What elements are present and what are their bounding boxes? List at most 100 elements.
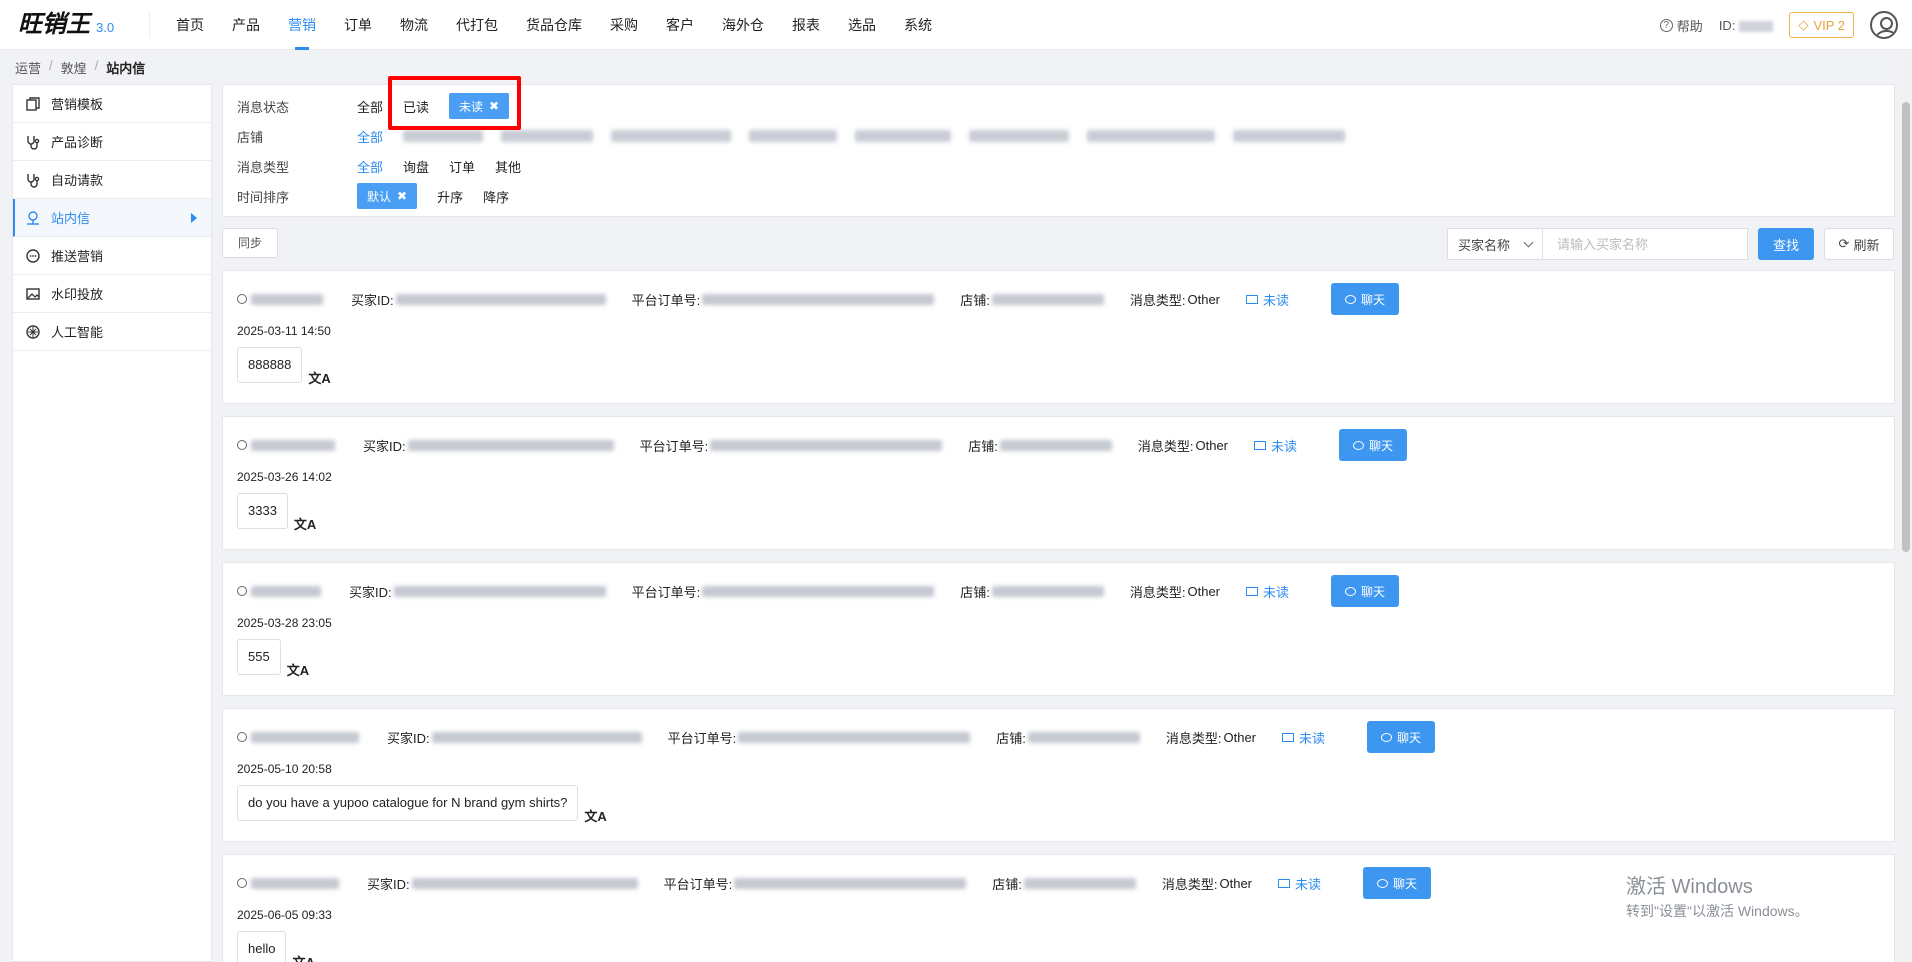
find-button[interactable]: 查找 [1758,228,1814,260]
sidebar-item-watermark[interactable]: 水印投放 [13,275,211,313]
shop-option[interactable] [855,130,952,142]
buyer-id-field: 买家ID: [363,436,614,455]
chat-icon [1345,294,1357,304]
help-link[interactable]: ? 帮助 [1659,16,1703,35]
shop-label: 店铺: [992,876,1022,892]
status-option-read[interactable]: 已读 [403,97,429,116]
nav-item-purchase[interactable]: 采购 [596,0,652,50]
nav-item-customer[interactable]: 客户 [652,0,708,50]
translate-icon[interactable]: 文A [584,806,606,825]
shop-option[interactable] [1233,130,1346,142]
chat-button[interactable]: 聊天 [1367,721,1436,753]
nav-item-reports[interactable]: 报表 [778,0,834,50]
sidebar-item-templates[interactable]: 营销模板 [13,85,211,123]
chat-button[interactable]: 聊天 [1331,575,1400,607]
sort-option-desc[interactable]: 降序 [483,187,509,206]
close-icon[interactable]: ✖ [489,99,499,113]
translate-icon[interactable]: 文A [294,514,316,533]
diamond-icon: ◇ [1798,17,1809,32]
order-no-label: 平台订单号: [639,438,709,454]
buyer-id-label: 买家ID: [349,584,392,600]
shop-value-blurred [1027,731,1140,743]
nav-item-marketing[interactable]: 营销 [274,0,330,50]
mail-icon [1278,878,1291,888]
nav-item-logistics[interactable]: 物流 [386,0,442,50]
sort-option-default-selected[interactable]: 默认 ✖ [357,183,418,209]
translate-icon[interactable]: 文A [287,660,309,679]
shop-option[interactable] [403,130,484,142]
sidebar-item-diagnosis[interactable]: 产品诊断 [13,123,211,161]
sort-option-asc[interactable]: 升序 [437,187,463,206]
vip-label: VIP 2 [1813,17,1845,33]
mail-icon [1282,732,1295,742]
shop-option[interactable] [1087,130,1216,142]
shop-option[interactable] [501,130,594,142]
user-icon [237,440,247,450]
windows-activation-watermark: 激活 Windows 转到"设置"以激活 Windows。 [1626,870,1809,921]
shop-option-all[interactable]: 全部 [357,127,383,146]
search-field-select[interactable]: 买家名称 [1447,228,1543,260]
message-icon [27,210,39,225]
breadcrumb-item[interactable]: 运营 [15,58,41,77]
user-avatar-icon[interactable] [1870,11,1898,39]
chat-button[interactable]: 聊天 [1331,283,1400,315]
sidebar-item-auto-payment[interactable]: 自动请款 [13,161,211,199]
buyer-name-input[interactable] [1543,228,1748,260]
type-option-order[interactable]: 订单 [449,157,475,176]
buyer-id-value-blurred [411,877,638,889]
shop-value-blurred [991,293,1104,305]
buyer-id-label: 买家ID: [351,292,394,308]
message-content: do you have a yupoo catalogue for N bran… [237,785,579,821]
scrollbar-thumb[interactable] [1902,102,1910,552]
nav-item-warehouse[interactable]: 货品仓库 [512,0,596,50]
chat-label: 聊天 [1369,438,1394,453]
order-no-label: 平台订单号: [631,292,701,308]
page-scrollbar[interactable] [1900,50,1912,962]
sync-button[interactable]: 同步 [222,228,278,258]
user-id-label: ID: [1718,17,1736,33]
sidebar-item-label: 站内信 [51,211,91,226]
sidebar-item-messages[interactable]: 站内信 [13,199,211,237]
app-logo[interactable]: 旺销王 3.0 [0,11,150,38]
status-option-unread-selected[interactable]: 未读 ✖ [449,93,510,119]
nav-item-packing[interactable]: 代打包 [442,0,512,50]
sidebar-item-ai[interactable]: 人工智能 [13,313,211,351]
order-no-value-blurred [738,731,971,743]
image-icon [26,287,40,300]
shop-field: 店铺: [968,436,1112,455]
message-header: 买家ID: 平台订单号: 店铺: 消息类型: Other 未读 聊天 [237,573,1880,609]
type-option-all[interactable]: 全部 [357,157,383,176]
nav-item-overseas[interactable]: 海外仓 [708,0,778,50]
nav-item-home[interactable]: 首页 [162,0,218,50]
sidebar-item-push[interactable]: 推送营销 [13,237,211,275]
vip-badge[interactable]: ◇ VIP 2 [1789,12,1854,38]
sidebar-item-label: 人工智能 [51,325,104,340]
status-option-all[interactable]: 全部 [357,97,383,116]
message-list: 买家ID: 平台订单号: 店铺: 消息类型: Other 未读 聊天 2025-0… [222,270,1895,962]
chat-button[interactable]: 聊天 [1363,867,1432,899]
refresh-button[interactable]: ⟳ 刷新 [1824,228,1894,260]
shop-label: 店铺: [960,584,990,600]
nav-item-system[interactable]: 系统 [890,0,946,50]
chat-button[interactable]: 聊天 [1339,429,1408,461]
top-nav: 旺销王 3.0 首页 产品 营销 订单 物流 代打包 货品仓库 采购 客户 海外… [0,0,1912,50]
nav-item-orders[interactable]: 订单 [330,0,386,50]
type-option-inquiry[interactable]: 询盘 [403,157,429,176]
nav-item-selection[interactable]: 选品 [834,0,890,50]
shop-option[interactable] [969,130,1070,142]
shop-option[interactable] [611,130,732,142]
type-option-other[interactable]: 其他 [495,157,521,176]
shop-option[interactable] [749,130,838,142]
msg-type-label: 消息类型: [1129,292,1186,308]
shop-field: 店铺: [960,582,1104,601]
translate-icon[interactable]: 文A [292,952,314,962]
breadcrumb-item[interactable]: 敦煌 [61,58,87,77]
filter-row-shop: 店铺 全部 [237,121,1880,151]
message-content: hello [237,931,287,962]
translate-icon[interactable]: 文A [308,368,330,387]
status-unread: 未读 [1278,874,1321,893]
nav-item-product[interactable]: 产品 [218,0,274,50]
close-icon[interactable]: ✖ [397,189,407,203]
filter-label: 店铺 [237,129,264,145]
message-card: 买家ID: 平台订单号: 店铺: 消息类型: Other 未读 聊天 2025-0… [222,270,1895,404]
